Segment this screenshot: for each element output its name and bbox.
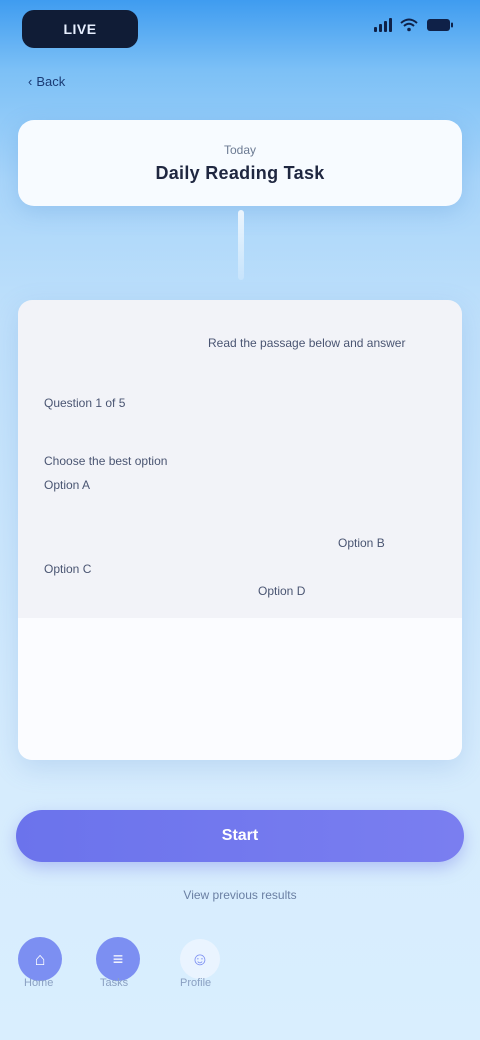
profile-button[interactable]: ☺ (180, 939, 220, 979)
chevron-left-icon: ‹ (28, 73, 33, 89)
title-card[interactable]: Today Daily Reading Task (18, 120, 462, 206)
status-bar: LIVE (0, 0, 480, 62)
content-card-footer (18, 618, 462, 760)
content-card: Read the passage below and answer Questi… (18, 300, 462, 760)
app-pill[interactable]: LIVE (22, 10, 138, 48)
back-button[interactable]: ‹ Back (28, 70, 78, 92)
bottom-label-home: Home (24, 977, 54, 989)
start-button[interactable]: Start (16, 810, 464, 862)
bottom-label-tasks: Tasks (100, 977, 129, 989)
back-label: Back (36, 73, 66, 89)
content-option[interactable]: Option C (44, 562, 164, 576)
home-button[interactable]: ⌂ (18, 937, 62, 981)
status-icons (374, 18, 454, 32)
signal-icon (374, 18, 392, 32)
content-line: Read the passage below and answer (208, 336, 406, 350)
content-option[interactable]: Option A (44, 478, 164, 492)
content-option[interactable]: Option B (338, 536, 438, 550)
battery-icon (426, 18, 454, 32)
home-icon: ⌂ (34, 948, 46, 969)
app-pill-label: LIVE (63, 21, 97, 37)
connector-line (238, 210, 244, 280)
content-line: Choose the best option (44, 454, 168, 468)
previous-results-link[interactable]: View previous results (160, 888, 320, 906)
wifi-icon (400, 18, 418, 32)
content-line: Question 1 of 5 (44, 396, 126, 410)
list-icon: ≡ (112, 948, 124, 969)
tasks-button[interactable]: ≡ (96, 937, 140, 981)
content-option[interactable]: Option D (258, 584, 368, 598)
bottom-bar: ⌂ ≡ ☺ Home Tasks Profile (0, 925, 480, 1000)
title-card-title: Daily Reading Task (155, 162, 325, 183)
title-card-caption: Today (223, 142, 257, 157)
bottom-label-profile: Profile (180, 977, 212, 989)
user-icon: ☺ (190, 948, 210, 969)
